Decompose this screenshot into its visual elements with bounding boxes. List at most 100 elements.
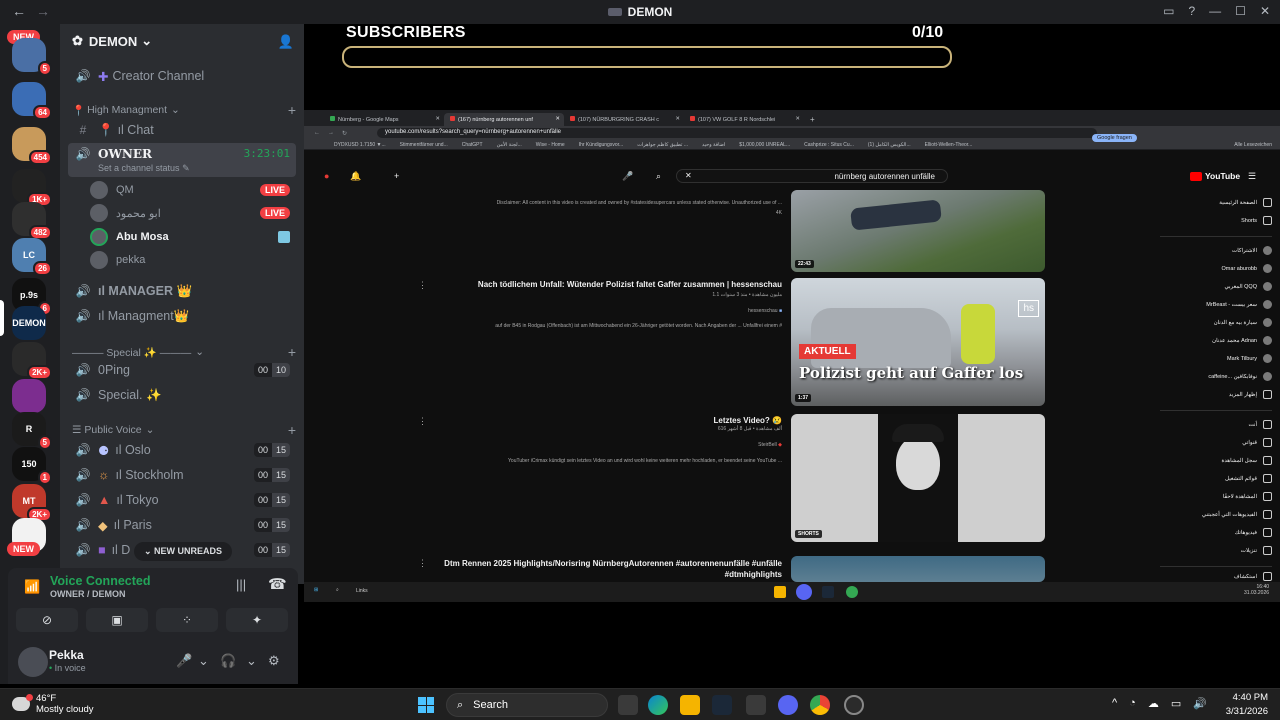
sidebar-you-item[interactable]: المشاهدة لاحقًا [1223, 492, 1272, 501]
channel-name[interactable]: hessenschau ■ [402, 308, 782, 314]
start-button[interactable] [418, 697, 434, 713]
sidebar-you-item[interactable]: تنزيلات [1241, 546, 1272, 555]
channel-name[interactable]: SteirBell ◆ [402, 442, 782, 448]
sidebar-home[interactable]: الصفحة الرئيسية [1219, 198, 1272, 207]
voice-channel[interactable]: 🔊 ◆ ıl Paris 00 15 [68, 513, 296, 537]
sidebar-show-more[interactable]: إظهار المزيد [1229, 390, 1272, 399]
microphone-icon[interactable]: 🎤 [176, 653, 192, 669]
server-icon[interactable]: 482 [12, 202, 52, 240]
category-high-managment[interactable]: 📍 High Managment ⌄ + [72, 102, 296, 118]
channel-creator[interactable]: 🔊 ✚ Creator Channel [68, 64, 296, 88]
bookmark-item[interactable]: Wise - Home [536, 142, 565, 148]
new-unreads-button[interactable]: ⌄ NEW UNREADS [134, 542, 233, 561]
clock[interactable]: 4:40 PM 3/31/2026 [1226, 691, 1268, 719]
youtube-search-input[interactable]: ✕ nürnberg autorennen unfälle [676, 169, 948, 183]
server-icon[interactable]: 2K+ [12, 342, 52, 380]
sidebar-subscription[interactable]: MrBeast - سعر بيست [1206, 300, 1272, 309]
notifications-icon[interactable]: 🔔 [350, 171, 361, 182]
voice-user[interactable]: QM LIVE [90, 179, 290, 201]
steam-icon[interactable] [712, 695, 732, 715]
close-tab-icon[interactable]: ✕ [555, 116, 560, 122]
channel-manager[interactable]: 🔊 ıl MANAGER 👑 [68, 279, 296, 303]
channel-owner[interactable]: 🔊 OWNER Set a channel status ✎ 3:23:01 [68, 143, 296, 177]
voice-user[interactable]: Abu Mosa [90, 226, 290, 248]
store-icon[interactable] [746, 695, 766, 715]
menu-icon[interactable]: ☰ [1248, 171, 1256, 182]
video-thumbnail[interactable] [791, 556, 1045, 582]
avatar[interactable] [18, 647, 48, 677]
close-tab-icon[interactable]: ✕ [435, 116, 440, 122]
close-button[interactable]: ✕ [1260, 4, 1270, 18]
sidebar-you-item[interactable]: سجل المشاهدة [1222, 456, 1272, 465]
chevron-up-icon[interactable]: ^ [1112, 697, 1117, 710]
server-icon[interactable]: 150 1 [12, 447, 52, 485]
sidebar-shorts[interactable]: Shorts [1241, 216, 1272, 225]
windows-start-icon[interactable]: ⊞ [314, 587, 318, 593]
camera-off-button[interactable]: ⊘ [16, 608, 78, 632]
search-icon[interactable]: ⌕ [336, 587, 339, 593]
sidebar-you-item[interactable]: فيديوهاتك [1235, 528, 1272, 537]
voice-user[interactable]: pekka [90, 249, 290, 271]
headphones-icon[interactable]: 🎧 [220, 653, 236, 669]
clear-icon[interactable]: ✕ [685, 171, 692, 180]
bookmark-item[interactable]: Elliott-Wellen-Theor... [925, 142, 973, 148]
browser-tab[interactable]: Nürnberg - Google Maps ✕ [324, 113, 444, 126]
url-field[interactable]: youtube.com/results?search_query=nürnber… [377, 128, 1098, 138]
create-icon[interactable]: + [394, 171, 399, 181]
voice-search-icon[interactable]: 🎤 [622, 171, 633, 182]
noise-suppression-icon[interactable]: ||| [236, 577, 246, 592]
soundboard-button[interactable]: ✦ [226, 608, 288, 632]
file-explorer-icon[interactable] [680, 695, 700, 715]
file-explorer-icon[interactable] [774, 586, 786, 598]
taskbar-search[interactable]: ⌕ Search [446, 693, 608, 717]
display-icon[interactable]: ▭ [1171, 697, 1181, 710]
discord-icon[interactable] [778, 695, 798, 715]
close-tab-icon[interactable]: ✕ [675, 116, 680, 122]
steam-icon[interactable] [822, 586, 834, 598]
add-channel-icon[interactable]: + [288, 422, 296, 438]
bookmark-item[interactable]: $1,000,000 UNREAL... [739, 142, 790, 148]
server-icon[interactable]: DEMON [12, 306, 46, 340]
weather-widget[interactable]: 46°F Mostly cloudy [12, 693, 94, 715]
sidebar-subscription[interactable]: سيارة بيه مع الدنان [1214, 318, 1272, 327]
guild-header[interactable]: ✿ DEMON ⌄ 👤 [60, 24, 304, 58]
channel-special[interactable]: 🔊 Special. ✨ [68, 383, 296, 407]
server-icon[interactable]: 64 [12, 82, 52, 120]
task-view-icon[interactable] [618, 695, 638, 715]
channel-managment[interactable]: 🔊 ıl Managment👑 [68, 304, 296, 328]
voice-user[interactable]: ابو محمود LIVE [90, 202, 290, 224]
youtube-logo[interactable]: YouTube [1190, 171, 1240, 181]
video-thumbnail[interactable]: SHORTS [791, 414, 1045, 542]
google-ask-button[interactable]: Google fragen [1092, 134, 1137, 142]
maximize-button[interactable]: ☐ [1235, 4, 1246, 18]
close-tab-icon[interactable]: ✕ [795, 116, 800, 122]
browser-tab[interactable]: (167) nürnberg autorennen unf ✕ [444, 113, 564, 126]
voice-channel[interactable]: 🔊 ⚈ ıl Oslo 00 15 [68, 438, 296, 462]
chrome-icon[interactable] [810, 695, 830, 715]
server-icon[interactable]: LC 26 [12, 238, 52, 276]
new-tab-icon[interactable]: + [810, 115, 815, 124]
bookmark-item[interactable]: ChatGPT [462, 142, 483, 148]
server-icon[interactable]: 454 [12, 127, 52, 165]
minimize-button[interactable]: — [1209, 4, 1221, 18]
back-arrow-icon[interactable]: ← [12, 3, 26, 19]
chevron-down-icon[interactable]: ⌄ [198, 653, 209, 669]
server-icon[interactable]: MT 2K+ [12, 484, 52, 522]
cloud-icon[interactable]: ☁ [1148, 697, 1159, 710]
browser-tab[interactable]: (107) VW GOLF 8 R Nordschlei ✕ [684, 113, 804, 126]
discord-icon[interactable] [796, 584, 812, 600]
edge-icon[interactable] [648, 695, 668, 715]
network-icon[interactable]: ◔ [1129, 697, 1136, 710]
bookmark-item[interactable]: (1) الكويس الكامل... [868, 142, 911, 148]
server-icon[interactable]: R5 [12, 412, 52, 450]
category-public-voice[interactable]: ☰ Public Voice ⌄ + [72, 422, 296, 438]
bookmark-item[interactable]: Stimmentfärner und... [400, 142, 448, 148]
sidebar-explore[interactable]: استكشاف [1234, 572, 1272, 581]
speaker-icon[interactable]: 🔊 [1193, 697, 1207, 710]
sidebar-subscription[interactable]: Omar aburobb [1222, 264, 1272, 273]
bookmark-item[interactable]: تطبيق كاظم جواهرات ... [637, 142, 688, 148]
channel-status-prompt[interactable]: Set a channel status ✎ [98, 163, 190, 174]
help-icon[interactable]: ? [1188, 4, 1195, 18]
add-channel-icon[interactable]: + [288, 102, 296, 118]
chevron-down-icon[interactable]: ⌄ [246, 653, 257, 669]
